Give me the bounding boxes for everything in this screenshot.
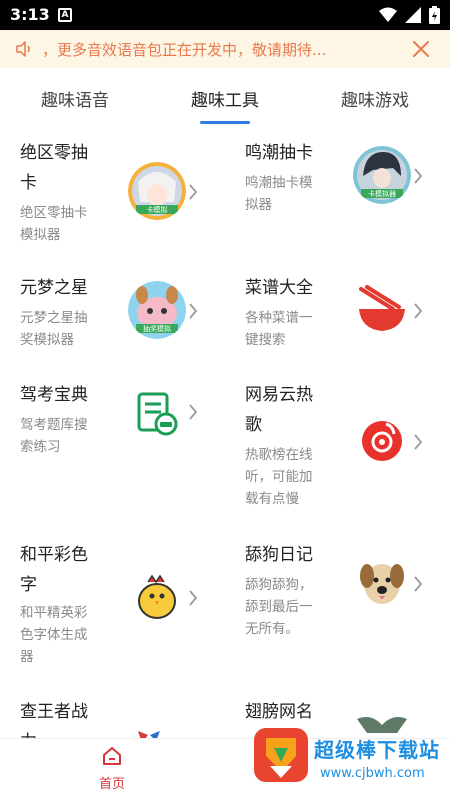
chevron-right-icon xyxy=(189,590,198,606)
tool-title: 元梦之星 xyxy=(20,278,88,298)
dog-face-icon xyxy=(353,554,411,612)
tool-title: 舔狗日记 xyxy=(245,545,313,565)
honor-of-kings-icon xyxy=(128,725,186,738)
tool-desc: 元梦之星抽奖模拟器 xyxy=(20,310,88,348)
battery-icon xyxy=(429,6,440,24)
tool-card-netease-hits[interactable]: 网易云热歌 热歌榜在线听，可能加载有点慢 xyxy=(225,368,450,528)
watermark-name: 超级棒下载站 xyxy=(314,738,440,762)
active-tab-indicator xyxy=(200,121,250,124)
avatar-badge-text: 抽奖模拟 xyxy=(143,324,171,333)
driving-exam-icon xyxy=(128,384,186,442)
tool-desc: 驾考题库搜索练习 xyxy=(20,417,88,455)
notification-icon: A xyxy=(58,8,72,22)
tool-card-wuthering-gacha[interactable]: 鸣潮抽卡 鸣潮抽卡模拟器 卡模拟器 xyxy=(225,126,450,261)
cute-animal-avatar: 抽奖模拟 xyxy=(128,281,186,339)
home-icon xyxy=(103,747,121,765)
chevron-right-icon xyxy=(414,303,423,319)
tool-desc: 鸣潮抽卡模拟器 xyxy=(245,175,313,213)
tool-card-colorful-text[interactable]: 和平彩色字 和平精英彩色字体生成器 xyxy=(0,528,225,685)
chevron-right-icon xyxy=(189,184,198,200)
tool-card-yuanmeng[interactable]: 元梦之星 元梦之星抽奖模拟器 抽奖模拟 xyxy=(0,261,225,368)
tool-title: 菜谱大全 xyxy=(245,278,313,298)
speaker-icon xyxy=(16,41,30,57)
tool-title: 驾考宝典 xyxy=(20,385,88,405)
nav-home[interactable]: 首页 xyxy=(92,745,132,792)
status-time: 3:13 xyxy=(10,5,50,24)
nav-home-label: 首页 xyxy=(98,777,125,792)
category-tabs: 趣味语音 趣味工具 趣味游戏 xyxy=(0,68,450,126)
tool-title: 网易云热歌 xyxy=(245,385,313,435)
watermark-url: www.cjbwh.com xyxy=(320,766,425,781)
tool-card-zzz-gacha[interactable]: 绝区零抽卡 绝区零抽卡模拟器 卡模拟 xyxy=(0,126,225,261)
tab-fun-tools[interactable]: 趣味工具 xyxy=(150,68,300,126)
tools-grid: 绝区零抽卡 绝区零抽卡模拟器 卡模拟 鸣潮抽卡 鸣潮抽卡模拟器 卡模拟器 元梦之… xyxy=(0,126,450,738)
tool-card-recipes[interactable]: 菜谱大全 各种菜谱一键搜索 xyxy=(225,261,450,368)
tool-title: 查王者战力 xyxy=(20,702,88,738)
chevron-right-icon xyxy=(189,303,198,319)
chevron-right-icon xyxy=(189,404,198,420)
tool-desc: 各种菜谱一键搜索 xyxy=(245,310,313,348)
chicken-icon xyxy=(128,568,186,626)
tab-fun-voice[interactable]: 趣味语音 xyxy=(0,68,150,126)
netease-music-icon xyxy=(353,412,411,470)
tool-card-driving-exam[interactable]: 驾考宝典 驾考题库搜索练习 xyxy=(0,368,225,528)
chevron-right-icon xyxy=(414,576,423,592)
avatar-badge-text: 卡模拟 xyxy=(147,205,168,214)
announcement-text: ，更多音效语音包正在开发中，敬请期待... xyxy=(42,40,327,59)
announcement-banner: ，更多音效语音包正在开发中，敬请期待... xyxy=(0,30,450,68)
tool-title: 鸣潮抽卡 xyxy=(245,143,313,163)
tool-title: 和平彩色字 xyxy=(20,545,88,595)
tab-label: 趣味工具 xyxy=(191,91,259,111)
signal-icon xyxy=(405,7,421,23)
anime-boy-avatar: 卡模拟器 xyxy=(353,146,411,204)
tool-desc: 绝区零抽卡模拟器 xyxy=(20,205,88,243)
avatar-badge-text: 卡模拟器 xyxy=(368,189,396,198)
tool-desc: 和平精英彩色字体生成器 xyxy=(20,605,88,665)
status-icons xyxy=(379,6,440,24)
watermark-logo xyxy=(254,728,308,782)
tab-label: 趣味语音 xyxy=(41,91,109,111)
tab-label: 趣味游戏 xyxy=(341,91,409,111)
chevron-right-icon xyxy=(414,168,423,184)
tool-desc: 舔狗舔狗，舔到最后一无所有。 xyxy=(245,577,313,637)
close-icon[interactable] xyxy=(410,38,432,60)
site-watermark: 超级棒下载站 www.cjbwh.com xyxy=(248,716,450,800)
chevron-right-icon xyxy=(414,434,423,450)
wifi-icon xyxy=(379,7,397,22)
tool-card-simp-diary[interactable]: 舔狗日记 舔狗舔狗，舔到最后一无所有。 xyxy=(225,528,450,685)
anime-girl-avatar: 卡模拟 xyxy=(128,162,186,220)
tool-card-kings-power[interactable]: 查王者战力 xyxy=(0,685,225,738)
tool-title: 绝区零抽卡 xyxy=(20,143,88,193)
tab-fun-games[interactable]: 趣味游戏 xyxy=(300,68,450,126)
tool-desc: 热歌榜在线听，可能加载有点慢 xyxy=(245,447,313,507)
status-bar: 3:13 A xyxy=(0,0,450,30)
noodle-bowl-icon xyxy=(353,281,411,339)
